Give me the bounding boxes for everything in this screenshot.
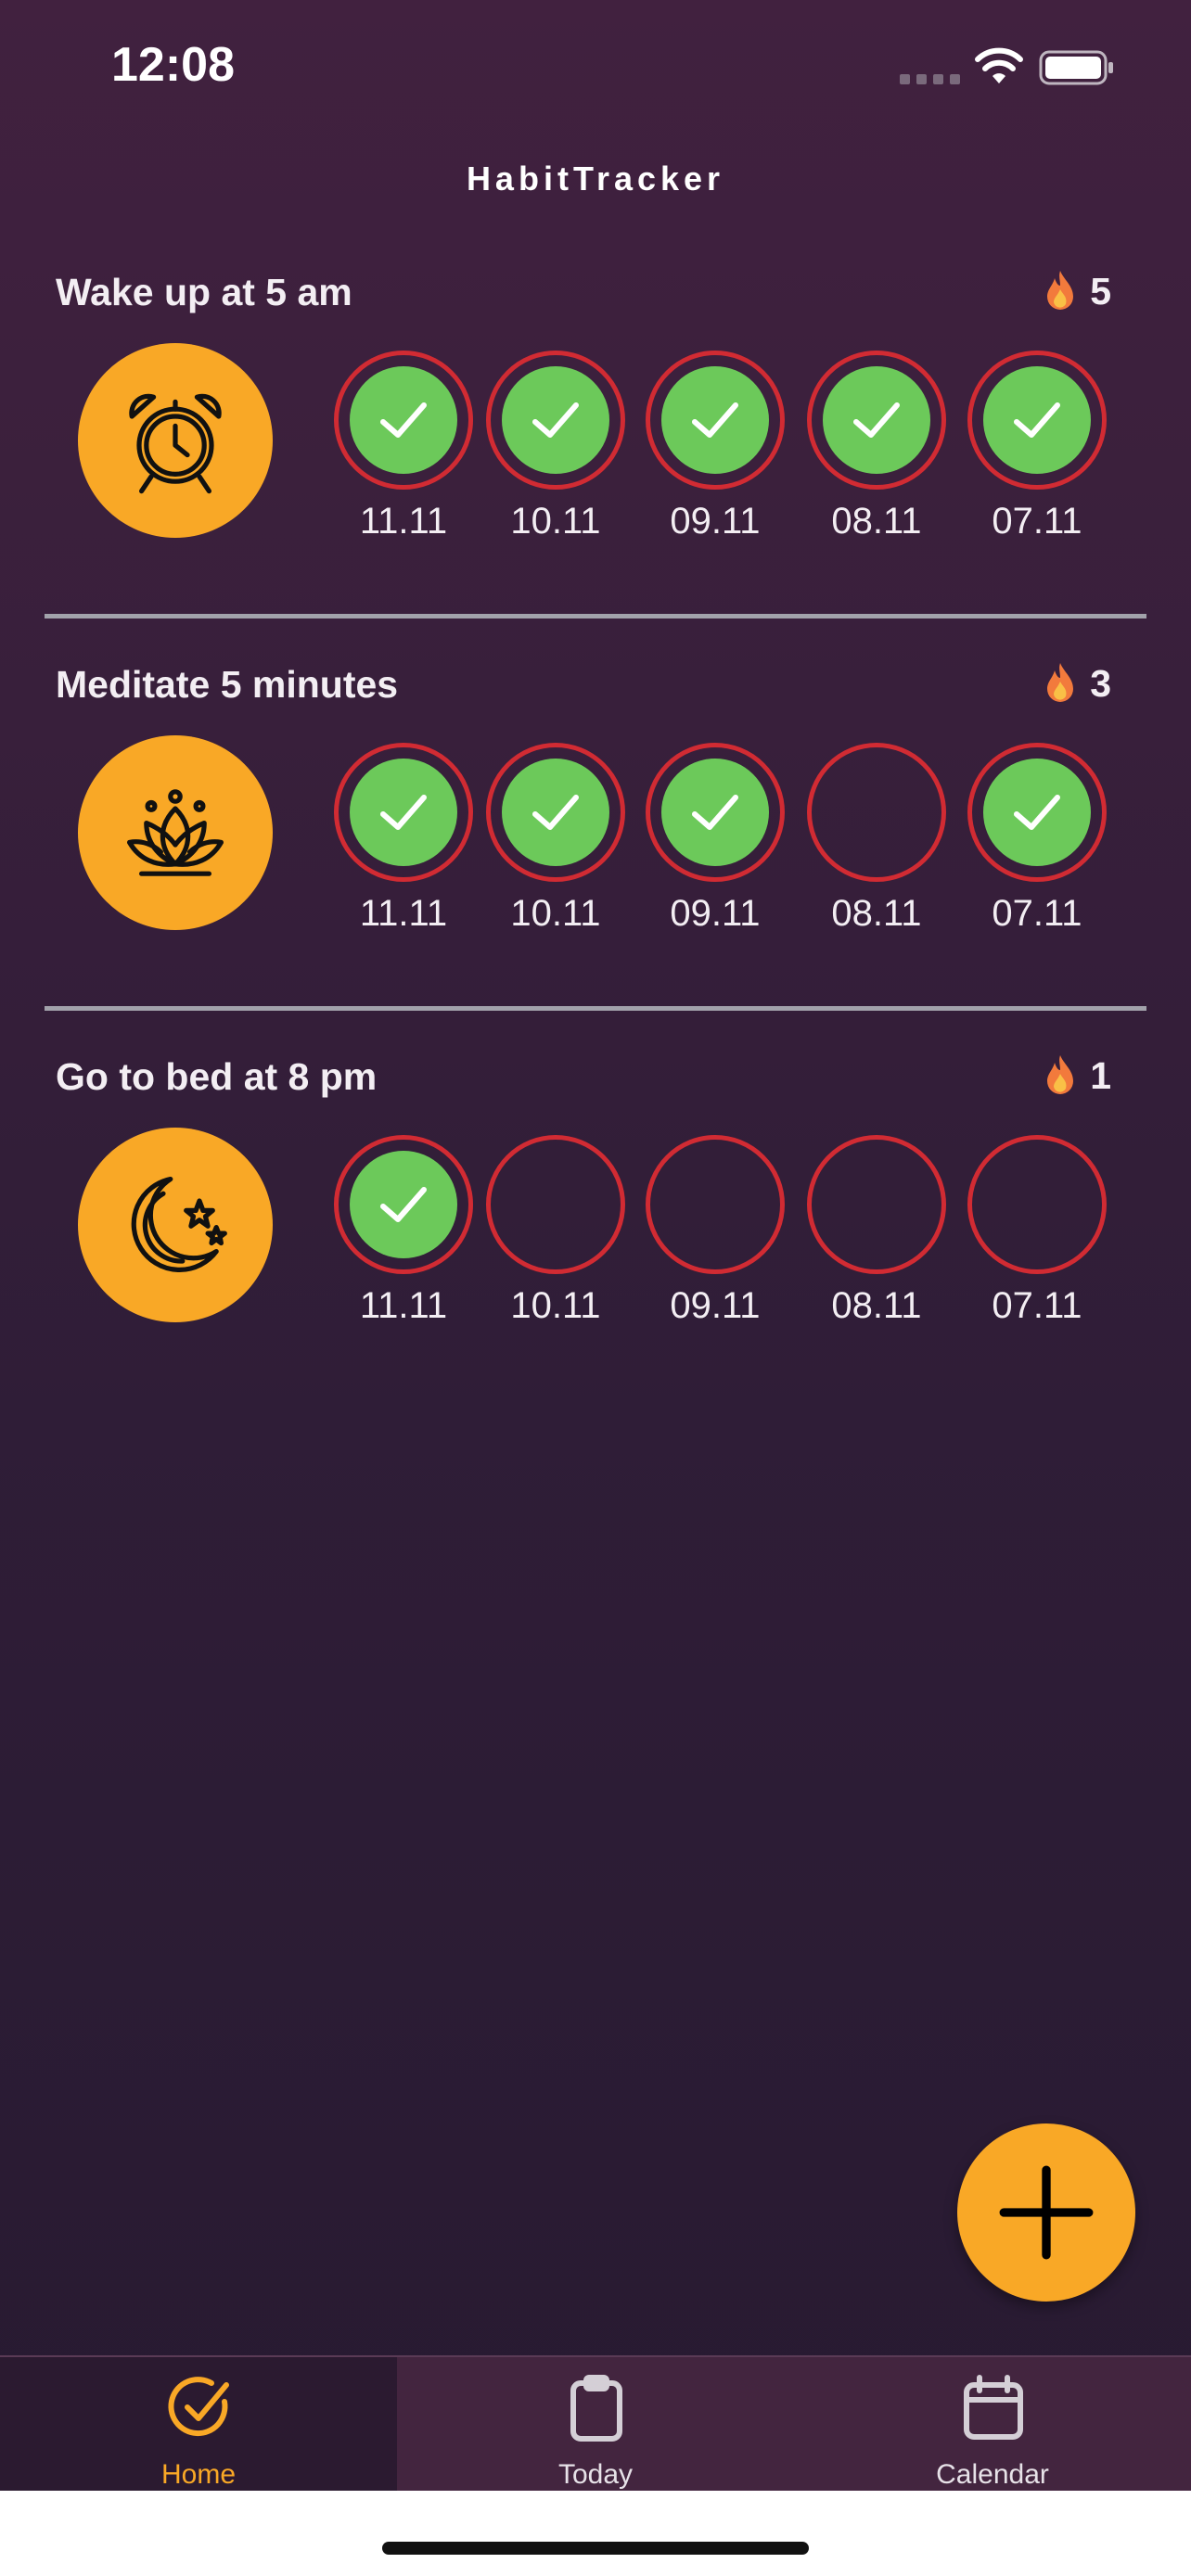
lotus-icon xyxy=(78,735,273,930)
tab-home[interactable]: Home xyxy=(0,2357,397,2493)
day-label: 08.11 xyxy=(831,893,922,934)
day-label: 07.11 xyxy=(992,501,1082,542)
check-icon xyxy=(1014,795,1060,830)
app-title: HabitTracker xyxy=(466,159,725,198)
day-checkbox[interactable]: 09.11 xyxy=(646,1135,785,1339)
day-checkbox[interactable]: 10.11 xyxy=(486,351,625,555)
tab-label: Calendar xyxy=(936,2459,1049,2490)
streak-count: 3 xyxy=(1090,661,1111,705)
habit-title: Meditate 5 minutes xyxy=(56,663,399,706)
check-icon xyxy=(853,402,900,438)
day-checkbox[interactable]: 08.11 xyxy=(807,1135,946,1339)
habit-card-wake-up[interactable]: Wake up at 5 am 5 11.11 10.11 09.11 08.1… xyxy=(0,269,1191,660)
day-label: 08.11 xyxy=(831,1285,922,1326)
streak-badge: 1 xyxy=(1044,1053,1111,1098)
day-label: 07.11 xyxy=(992,893,1082,934)
streak-badge: 3 xyxy=(1044,661,1111,706)
day-label: 11.11 xyxy=(359,1285,448,1326)
habit-card-meditate[interactable]: Meditate 5 minutes 3 11.11 10.11 09.11 0… xyxy=(0,661,1191,1052)
streak-count: 5 xyxy=(1090,269,1111,312)
day-checkbox[interactable]: 11.11 xyxy=(334,1135,473,1339)
day-checkbox[interactable]: 11.11 xyxy=(334,351,473,555)
habit-title: Wake up at 5 am xyxy=(56,271,352,313)
status-bar: 12:08 xyxy=(0,0,1191,130)
check-icon xyxy=(380,795,427,830)
check-icon xyxy=(380,402,427,438)
day-label: 10.11 xyxy=(510,501,601,542)
wifi-icon xyxy=(975,47,1023,83)
day-checkbox[interactable]: 09.11 xyxy=(646,743,785,947)
alarm-clock-icon xyxy=(78,343,273,538)
tab-calendar[interactable]: Calendar xyxy=(794,2357,1191,2493)
day-checkbox[interactable]: 10.11 xyxy=(486,1135,625,1339)
divider xyxy=(45,614,1146,618)
divider xyxy=(45,1006,1146,1011)
home-indicator[interactable] xyxy=(382,2542,809,2555)
day-label: 09.11 xyxy=(670,1285,761,1326)
flame-icon xyxy=(1047,271,1074,310)
tab-today[interactable]: Today xyxy=(397,2357,794,2493)
day-label: 08.11 xyxy=(831,501,922,542)
add-habit-button[interactable] xyxy=(957,2123,1135,2302)
check-icon xyxy=(1014,402,1060,438)
check-circle-icon xyxy=(168,2377,229,2437)
cellular-signal-icon xyxy=(900,74,960,84)
check-icon xyxy=(380,1187,427,1222)
flame-icon xyxy=(1047,663,1074,702)
tab-label: Home xyxy=(160,2459,237,2490)
habit-title: Go to bed at 8 pm xyxy=(56,1055,378,1098)
day-checkbox[interactable]: 08.11 xyxy=(807,351,946,555)
day-label: 11.11 xyxy=(359,501,448,542)
streak-count: 1 xyxy=(1090,1053,1111,1097)
habit-card-go-to-bed[interactable]: Go to bed at 8 pm 1 11.11 10.11 09.11 08… xyxy=(0,1053,1191,1445)
day-checkbox[interactable]: 07.11 xyxy=(967,351,1107,555)
day-label: 07.11 xyxy=(992,1285,1082,1326)
tab-bar: Home Today Calendar xyxy=(0,2355,1191,2493)
day-label: 10.11 xyxy=(510,893,601,934)
day-checkbox[interactable]: 07.11 xyxy=(967,743,1107,947)
day-label: 10.11 xyxy=(510,1285,601,1326)
check-icon xyxy=(532,402,579,438)
home-indicator-area xyxy=(0,2491,1191,2576)
day-checkbox[interactable]: 07.11 xyxy=(967,1135,1107,1339)
check-icon xyxy=(532,795,579,830)
day-checkbox[interactable]: 09.11 xyxy=(646,351,785,555)
tab-label: Today xyxy=(557,2459,634,2490)
day-checkbox[interactable]: 08.11 xyxy=(807,743,946,947)
clipboard-icon xyxy=(570,2375,622,2442)
streak-badge: 5 xyxy=(1044,269,1111,313)
day-label: 09.11 xyxy=(670,501,761,542)
battery-icon xyxy=(1039,50,1113,85)
plus-icon xyxy=(999,2165,1094,2260)
check-icon xyxy=(692,402,738,438)
moon-stars-icon xyxy=(78,1128,273,1322)
calendar-icon xyxy=(964,2375,1023,2440)
day-checkbox[interactable]: 11.11 xyxy=(334,743,473,947)
day-label: 09.11 xyxy=(670,893,761,934)
day-checkbox[interactable]: 10.11 xyxy=(486,743,625,947)
flame-icon xyxy=(1047,1055,1074,1094)
day-label: 11.11 xyxy=(359,893,448,934)
status-time: 12:08 xyxy=(111,38,235,92)
check-icon xyxy=(692,795,738,830)
